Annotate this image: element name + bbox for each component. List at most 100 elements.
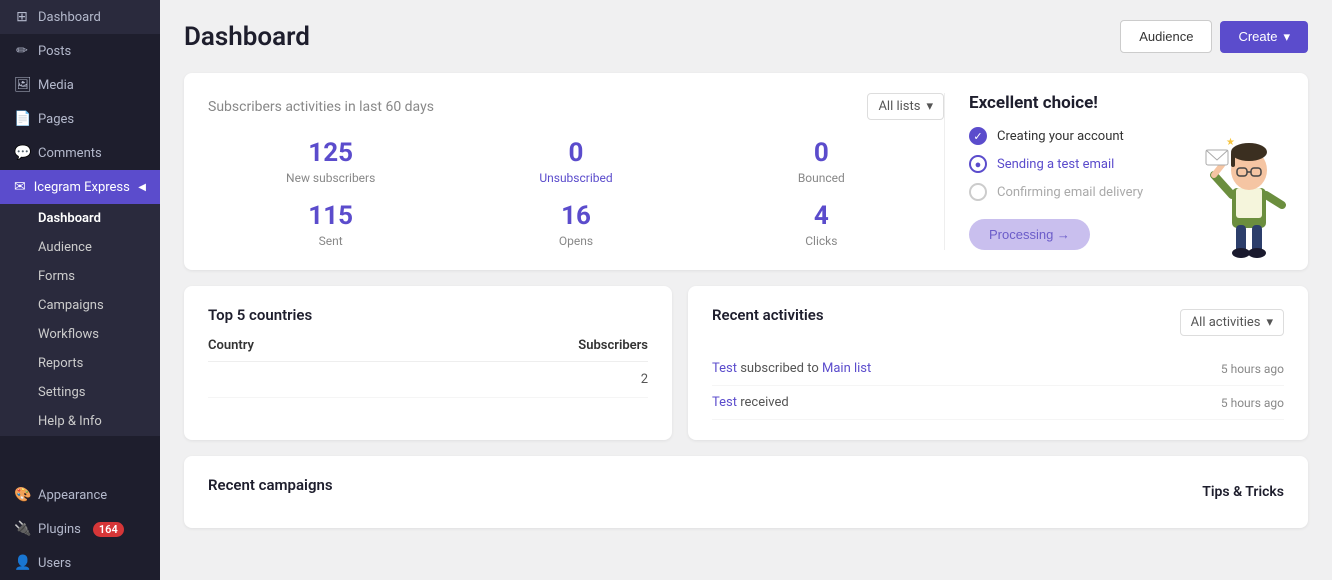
sidebar-sub-label: Dashboard (38, 211, 101, 226)
col-subscribers: Subscribers (578, 338, 648, 353)
stats-card: Subscribers activities in last 60 days A… (184, 73, 1308, 270)
activity-time-1: 5 hours ago (1221, 396, 1284, 410)
activities-filter-dropdown[interactable]: All activities ▾ (1180, 309, 1284, 336)
stats-card-inner: Subscribers activities in last 60 days A… (208, 93, 1284, 250)
bottom-row: Top 5 countries Country Subscribers 2 Re… (184, 286, 1308, 440)
create-arrow-icon: ▾ (1283, 29, 1290, 45)
stats-left: Subscribers activities in last 60 days A… (208, 93, 944, 250)
plugins-badge: 164 (93, 522, 124, 537)
sidebar-item-dashboard-sub[interactable]: Dashboard (0, 204, 160, 233)
sidebar-item-audience[interactable]: Audience (0, 233, 160, 262)
stat-label-new: New subscribers (208, 171, 453, 185)
checklist-label-1[interactable]: Sending a test email (997, 157, 1114, 172)
filter-label: All activities (1191, 315, 1261, 330)
sidebar-sub-label: Help & Info (38, 414, 102, 429)
page-title: Dashboard (184, 22, 310, 52)
activity-link-test-1[interactable]: Test (712, 395, 737, 410)
check-outline-icon-1: ● (969, 155, 987, 173)
sidebar-item-workflows[interactable]: Workflows (0, 320, 160, 349)
pages-icon: 📄 (14, 111, 30, 127)
processing-button[interactable]: Processing → (969, 219, 1090, 250)
check-filled-icon-0: ✓ (969, 127, 987, 145)
sidebar-item-plugins[interactable]: 🔌 Plugins 164 (0, 512, 160, 546)
col-country: Country (208, 338, 254, 353)
recent-campaigns-title: Recent campaigns (208, 476, 333, 494)
sidebar-item-label: Plugins (38, 522, 81, 537)
dashboard-icon: ⊞ (14, 9, 30, 25)
sidebar-sub-label: Forms (38, 269, 75, 284)
stat-number-sent: 115 (208, 201, 453, 232)
activity-text-1: Test received (712, 395, 789, 410)
excellent-choice-panel: Excellent choice! ✓ Creating your accoun… (944, 93, 1284, 250)
sidebar: ⊞ Dashboard ✏ Posts 🖼 Media 📄 Pages 💬 Co… (0, 0, 160, 580)
sidebar-item-label: Users (38, 556, 71, 571)
sidebar-item-campaigns[interactable]: Campaigns (0, 291, 160, 320)
top5-table-header: Country Subscribers (208, 338, 648, 362)
plugins-icon: 🔌 (14, 521, 30, 537)
activities-title: Recent activities (712, 306, 824, 324)
top5-countries-card: Top 5 countries Country Subscribers 2 (184, 286, 672, 440)
stat-bounced: 0 Bounced (699, 138, 944, 185)
create-button[interactable]: Create ▾ (1220, 21, 1308, 53)
country-subscribers: 2 (641, 372, 648, 387)
sidebar-item-settings[interactable]: Settings (0, 378, 160, 407)
sidebar-item-users[interactable]: 👤 Users (0, 546, 160, 580)
sidebar-item-media[interactable]: 🖼 Media (0, 68, 160, 102)
users-icon: 👤 (14, 555, 30, 571)
stat-label-unsub[interactable]: Unsubscribed (453, 171, 698, 185)
sidebar-sub-label: Audience (38, 240, 92, 255)
stats-header-row: Subscribers activities in last 60 days A… (208, 93, 944, 120)
activity-text-0: Test subscribed to Main list (712, 361, 871, 376)
sidebar-item-comments[interactable]: 💬 Comments (0, 136, 160, 170)
stat-number-new: 125 (208, 138, 453, 169)
stat-label-clicks: Clicks (699, 234, 944, 248)
stat-label-sent: Sent (208, 234, 453, 248)
sidebar-item-help-info[interactable]: Help & Info (0, 407, 160, 436)
icegram-label: Icegram Express (34, 180, 130, 195)
main-content: Dashboard Audience Create ▾ Subscribers … (160, 0, 1332, 580)
activity-row-1: Test received 5 hours ago (712, 386, 1284, 420)
activity-time-0: 5 hours ago (1221, 362, 1284, 376)
dropdown-arrow-icon: ▾ (926, 99, 933, 114)
recent-activities-card: Recent activities All activities ▾ Test … (688, 286, 1308, 440)
audience-button[interactable]: Audience (1120, 20, 1212, 53)
stats-grid: 125 New subscribers 0 Unsubscribed 0 Bou… (208, 138, 944, 248)
all-lists-dropdown[interactable]: All lists ▾ (867, 93, 944, 120)
top5-title: Top 5 countries (208, 306, 648, 324)
stat-number-opens: 16 (453, 201, 698, 232)
recent-campaigns-card: Recent campaigns Tips & Tricks (184, 456, 1308, 528)
header-actions: Audience Create ▾ (1120, 20, 1308, 53)
sidebar-item-forms[interactable]: Forms (0, 262, 160, 291)
sidebar-item-posts[interactable]: ✏ Posts (0, 34, 160, 68)
posts-icon: ✏ (14, 43, 30, 59)
character-illustration: ★ (1204, 130, 1294, 260)
activity-static-0: subscribed to (740, 361, 822, 376)
sidebar-item-reports[interactable]: Reports (0, 349, 160, 378)
sidebar-item-appearance[interactable]: 🎨 Appearance (0, 478, 160, 512)
tips-tricks-title: Tips & Tricks (1202, 484, 1284, 500)
icegram-express-header[interactable]: ✉ Icegram Express ◀ (0, 170, 160, 204)
sidebar-item-label: Pages (38, 112, 74, 127)
stat-number-bounced: 0 (699, 138, 944, 169)
sidebar-item-dashboard[interactable]: ⊞ Dashboard (0, 0, 160, 34)
stat-label-opens: Opens (453, 234, 698, 248)
stat-new-subscribers: 125 New subscribers (208, 138, 453, 185)
activities-header: Recent activities All activities ▾ (712, 306, 1284, 338)
sidebar-item-pages[interactable]: 📄 Pages (0, 102, 160, 136)
sidebar-item-label: Posts (38, 44, 71, 59)
stat-label-bounced: Bounced (699, 171, 944, 185)
sidebar-sub-label: Workflows (38, 327, 99, 342)
stat-number-clicks: 4 (699, 201, 944, 232)
checklist-label-2: Confirming email delivery (997, 185, 1143, 200)
stats-subtitle: Subscribers activities in last 60 days (208, 99, 434, 115)
svg-text:★: ★ (1226, 137, 1235, 148)
stat-number-unsub: 0 (453, 138, 698, 169)
sidebar-sub-label: Campaigns (38, 298, 104, 313)
all-lists-label: All lists (878, 99, 920, 114)
checklist-label-0: Creating your account (997, 129, 1124, 144)
activity-link-test-0[interactable]: Test (712, 361, 737, 376)
check-empty-icon-2 (969, 183, 987, 201)
appearance-icon: 🎨 (14, 487, 30, 503)
activity-static-1: received (740, 395, 788, 410)
activity-link-main-0[interactable]: Main list (822, 361, 871, 376)
